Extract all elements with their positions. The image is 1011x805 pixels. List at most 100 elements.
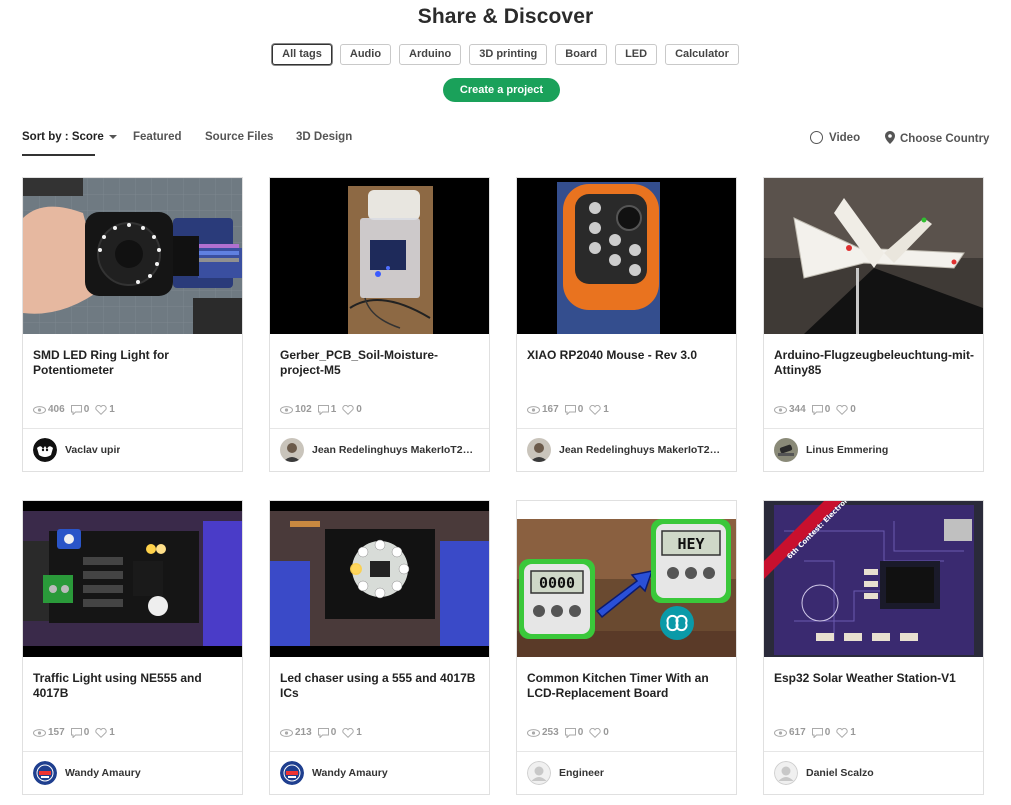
author-name: Daniel Scalzo xyxy=(806,767,874,779)
project-thumbnail[interactable]: 6th Contest: Electronic Project xyxy=(764,501,983,657)
project-title[interactable]: Traffic Light using NE555 and 4017B xyxy=(33,671,233,701)
project-thumbnail[interactable] xyxy=(23,501,242,657)
filter-source-files[interactable]: Source Files xyxy=(205,131,273,143)
card-divider xyxy=(517,751,736,752)
heart-icon[interactable] xyxy=(95,727,107,738)
avatar xyxy=(280,761,304,785)
view-count: 617 xyxy=(789,727,806,738)
view-count: 167 xyxy=(542,404,559,415)
project-stats: 406 0 1 xyxy=(33,404,115,415)
avatar xyxy=(280,438,304,462)
view-count: 213 xyxy=(295,727,312,738)
project-title[interactable]: SMD LED Ring Light for Potentiometer xyxy=(33,348,233,378)
author-link[interactable]: Engineer xyxy=(527,761,604,785)
project-card[interactable]: Traffic Light using NE555 and 4017B 157 … xyxy=(22,500,243,795)
author-link[interactable]: Linus Emmering xyxy=(774,438,888,462)
card-divider xyxy=(270,751,489,752)
eye-icon xyxy=(527,405,540,414)
author-link[interactable]: Daniel Scalzo xyxy=(774,761,874,785)
filter-3d-design[interactable]: 3D Design xyxy=(296,131,352,143)
tag-audio[interactable]: Audio xyxy=(339,44,392,65)
tag-board[interactable]: Board xyxy=(555,44,608,65)
project-card[interactable]: 0000 HEY Common Kitchen Timer With an LC… xyxy=(516,500,737,795)
tag-calculator[interactable]: Calculator xyxy=(665,44,739,65)
project-thumbnail[interactable] xyxy=(270,501,489,657)
tag-all[interactable]: All tags xyxy=(272,44,332,65)
tag-filter-bar: All tags Audio Arduino 3D printing Board… xyxy=(0,44,1011,65)
project-card[interactable]: SMD LED Ring Light for Potentiometer 406… xyxy=(22,177,243,472)
sort-dropdown[interactable]: Sort by : Score xyxy=(22,131,117,143)
view-count: 406 xyxy=(48,404,65,415)
card-divider xyxy=(764,751,983,752)
like-count: 0 xyxy=(850,404,856,415)
project-thumbnail[interactable] xyxy=(23,178,242,334)
card-divider xyxy=(270,428,489,429)
tag-3d-printing[interactable]: 3D printing xyxy=(469,44,548,65)
like-count: 1 xyxy=(603,404,609,415)
heart-icon[interactable] xyxy=(836,727,848,738)
comment-count: 0 xyxy=(83,404,90,415)
author-name: Vaclav upir xyxy=(65,444,121,456)
project-card[interactable]: XIAO RP2040 Mouse - Rev 3.0 167 0 1 Jean… xyxy=(516,177,737,472)
tag-arduino[interactable]: Arduino xyxy=(399,44,462,65)
sort-underline xyxy=(22,154,95,156)
author-link[interactable]: Vaclav upir xyxy=(33,438,120,462)
project-title[interactable]: Common Kitchen Timer With an LCD-Replace… xyxy=(527,671,727,701)
project-thumbnail[interactable]: 0000 HEY xyxy=(517,501,736,657)
project-thumbnail[interactable] xyxy=(764,178,983,334)
project-card[interactable]: Arduino-Flugzeugbeleuchtung-mit-Attiny85… xyxy=(763,177,984,472)
avatar xyxy=(527,761,551,785)
eye-icon xyxy=(33,728,46,737)
project-title[interactable]: Led chaser using a 555 and 4017B ICs xyxy=(280,671,480,701)
like-count: 0 xyxy=(356,404,362,415)
project-title[interactable]: XIAO RP2040 Mouse - Rev 3.0 xyxy=(527,348,727,363)
chevron-down-icon xyxy=(108,134,117,139)
avatar xyxy=(527,438,551,462)
filter-country[interactable]: Choose Country xyxy=(885,131,989,145)
heart-icon[interactable] xyxy=(95,404,107,415)
author-link[interactable]: Jean Redelinghuys MakerIoT2020 xyxy=(280,438,476,462)
create-project-button[interactable]: Create a project xyxy=(443,78,560,102)
comment-icon xyxy=(317,404,329,415)
heart-icon[interactable] xyxy=(342,727,354,738)
filter-video[interactable]: Video xyxy=(810,131,860,144)
filter-bar: Sort by : Score Featured Source Files 3D… xyxy=(22,126,989,156)
project-title[interactable]: Esp32 Solar Weather Station-V1 xyxy=(774,671,974,686)
eye-icon xyxy=(280,728,293,737)
view-count: 102 xyxy=(295,404,312,415)
author-link[interactable]: Wandy Amaury xyxy=(33,761,141,785)
project-thumbnail[interactable] xyxy=(270,178,489,334)
radio-icon xyxy=(810,131,823,144)
author-link[interactable]: Jean Redelinghuys MakerIoT2020 xyxy=(527,438,723,462)
project-card[interactable]: Gerber_PCB_Soil-Moisture-project-M5 102 … xyxy=(269,177,490,472)
project-stats: 617 0 1 xyxy=(774,727,856,738)
filter-featured[interactable]: Featured xyxy=(133,131,182,143)
project-title[interactable]: Gerber_PCB_Soil-Moisture-project-M5 xyxy=(280,348,480,378)
project-title[interactable]: Arduino-Flugzeugbeleuchtung-mit-Attiny85 xyxy=(774,348,974,378)
project-stats: 253 0 0 xyxy=(527,727,609,738)
comment-count: 0 xyxy=(83,727,90,738)
author-link[interactable]: Wandy Amaury xyxy=(280,761,388,785)
project-card[interactable]: 6th Contest: Electronic Project Esp32 So… xyxy=(763,500,984,795)
location-pin-icon xyxy=(885,131,895,144)
eye-icon xyxy=(280,405,293,414)
project-stats: 102 1 0 xyxy=(280,404,362,415)
page-title: Share & Discover xyxy=(417,5,594,28)
comment-icon xyxy=(70,404,82,415)
eye-icon xyxy=(33,405,46,414)
eye-icon xyxy=(527,728,540,737)
heart-icon[interactable] xyxy=(342,404,354,415)
project-thumbnail[interactable] xyxy=(517,178,736,334)
heart-icon[interactable] xyxy=(589,727,601,738)
view-count: 344 xyxy=(789,404,806,415)
heart-icon[interactable] xyxy=(836,404,848,415)
tag-led[interactable]: LED xyxy=(615,44,658,65)
card-divider xyxy=(23,428,242,429)
comment-icon xyxy=(811,404,823,415)
like-count: 1 xyxy=(109,404,115,415)
author-name: Wandy Amaury xyxy=(65,767,141,779)
project-card[interactable]: Led chaser using a 555 and 4017B ICs 213… xyxy=(269,500,490,795)
heart-icon[interactable] xyxy=(589,404,601,415)
view-count: 253 xyxy=(542,727,559,738)
eye-icon xyxy=(774,728,787,737)
